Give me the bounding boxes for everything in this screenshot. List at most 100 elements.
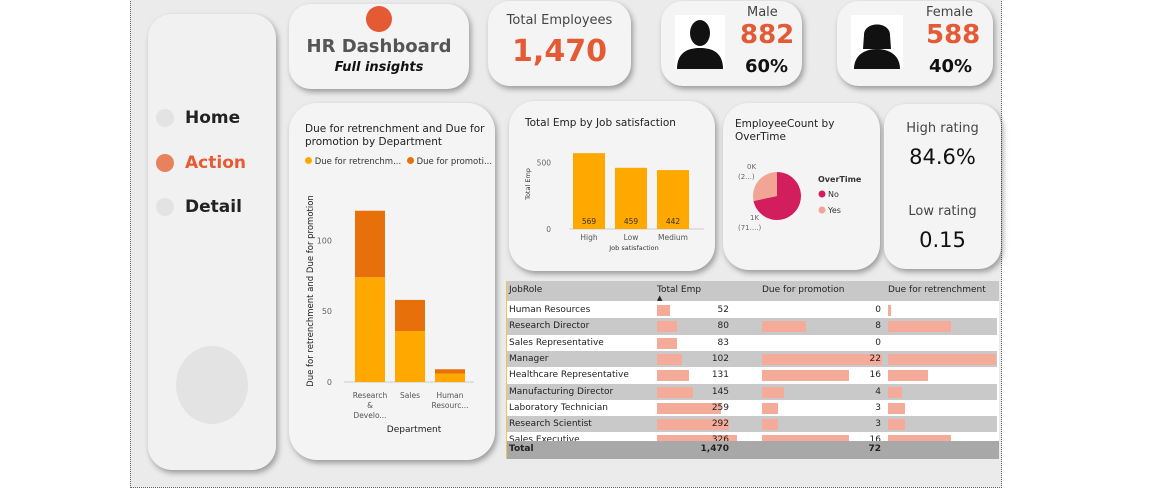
data-label: 459: [624, 217, 639, 226]
bar-total-emp: [657, 370, 690, 382]
bar-due-retrenchment: [888, 370, 928, 382]
page-subtitle: Full insights: [334, 60, 424, 75]
table-footer: Total 1,470 72: [507, 441, 999, 459]
bar-retrenchment: [435, 373, 465, 382]
bar-total-emp: [657, 353, 683, 365]
data-label: 569: [582, 217, 597, 226]
male-avatar-icon: [675, 15, 725, 69]
pie-slice-yes: [753, 172, 777, 201]
header-due-retrenchment[interactable]: Due for retrenchment: [888, 285, 986, 295]
table-row[interactable]: Laboratory Technician 259 3: [507, 400, 997, 416]
footer-label: Total: [509, 444, 534, 454]
header-jobrole[interactable]: JobRole: [509, 285, 542, 295]
bar-due-promotion: [762, 386, 784, 398]
table-row[interactable]: Research Director 80 8: [507, 318, 997, 335]
table-row[interactable]: Manager 102 22: [507, 350, 997, 368]
y-tick-label: 0: [327, 378, 332, 387]
pie-legend-swatch: [818, 190, 826, 198]
cell-total-emp: 80: [717, 321, 729, 332]
x-tick-label: Resourc...: [432, 401, 469, 410]
x-axis-label: Department: [387, 425, 442, 435]
sidebar-nav: Home Action Detail: [148, 14, 276, 470]
low-rating-label: Low rating: [908, 204, 977, 219]
bar-due-promotion: [762, 321, 806, 333]
bar-total-emp: [657, 386, 693, 398]
total-employees-label: Total Employees: [506, 13, 613, 28]
rating-card: High rating 84.6% Low rating 0.15: [884, 104, 1001, 269]
cell-due-promotion: 16: [869, 370, 881, 381]
header-due-promotion[interactable]: Due for promotion: [762, 285, 845, 295]
table-body: Human Resources 52 0 Research Director 80 8 Sa…: [507, 302, 999, 441]
table-row[interactable]: Human Resources 52 0: [507, 302, 997, 318]
bar-retrenchment: [395, 331, 425, 382]
report-canvas: Home Action Detail HR Dashboard Full ins…: [130, 0, 1002, 488]
bar-due-retrenchment: [888, 305, 891, 316]
bar-total-emp: [657, 305, 670, 316]
jobrole-table: JobRole Total Emp ▲ Due for promotion Du…: [506, 281, 999, 459]
job-chart-card: Total Emp by Job satisfaction 0 500 Total …: [509, 101, 715, 271]
overtime-chart-card: EmployeeCount by OverTime 0K (2...) 1K (71.…: [723, 103, 880, 270]
bar-total-emp: [657, 337, 678, 349]
cell-due-promotion: 0: [875, 305, 881, 315]
nav-action-label: Action: [185, 153, 246, 173]
footer-total: 1,470: [700, 444, 729, 454]
table-row[interactable]: Sales Executive 326 16: [507, 432, 997, 441]
x-axis-label: Job satisfaction: [608, 244, 659, 252]
pie-label: 0K: [747, 163, 756, 171]
cell-jobrole: Research Director: [509, 321, 590, 332]
table-row[interactable]: Sales Representative 83 0: [507, 335, 997, 351]
title-card: HR Dashboard Full insights: [289, 4, 469, 89]
bar-promotion: [435, 369, 465, 374]
dept-chart: 0 50 100Due for retrenchment and Due for p…: [306, 195, 474, 435]
cell-jobrole: Manufacturing Director: [509, 386, 614, 397]
dept-chart-card: Due for retrenchment and Due for promoti…: [289, 103, 495, 460]
high-rating-value: 84.6%: [909, 145, 976, 169]
low-rating-value: 0.15: [919, 228, 966, 252]
cell-total-emp: 131: [711, 370, 729, 381]
female-value: 588: [926, 20, 981, 50]
cell-total-emp: 52: [717, 305, 729, 315]
pie-label: 1K: [750, 214, 759, 222]
nav-home[interactable]: Home: [156, 108, 240, 128]
cell-due-promotion: 3: [875, 402, 881, 413]
table-header: JobRole Total Emp ▲ Due for promotion Du…: [507, 281, 999, 302]
cell-total-emp: 83: [717, 337, 729, 348]
bar-promotion: [355, 210, 385, 278]
bar-due-retrenchment: [888, 353, 996, 365]
x-tick-label: Sales: [400, 391, 420, 400]
male-pct: 60%: [745, 56, 789, 77]
cell-total-emp: 102: [711, 353, 729, 364]
data-label: 442: [666, 217, 681, 226]
bar-total-emp: [657, 321, 677, 333]
female-label: Female: [926, 5, 974, 20]
pie-legend-title: OverTime: [818, 175, 862, 184]
x-tick-label: &: [367, 401, 373, 410]
overtime-chart: 0K (2...) 1K (71....) OverTime No Yes: [738, 163, 862, 232]
cell-due-promotion: 0: [875, 337, 881, 348]
bar-due-promotion: [762, 402, 779, 414]
female-pct: 40%: [929, 56, 973, 77]
bar-due-retrenchment: [888, 402, 906, 414]
nav-detail[interactable]: Detail: [156, 197, 242, 217]
high-rating-label: High rating: [906, 121, 979, 136]
page-title: HR Dashboard: [306, 36, 452, 57]
header-total-emp[interactable]: Total Emp: [657, 285, 701, 295]
cell-due-promotion: 3: [875, 419, 881, 430]
nav-action[interactable]: Action: [156, 153, 246, 173]
table-row[interactable]: Research Scientist 292 3: [507, 416, 997, 433]
bar-due-retrenchment: [888, 321, 951, 333]
y-tick-label: 500: [537, 158, 552, 167]
cell-jobrole: Manager: [509, 353, 549, 364]
pie-legend-swatch: [818, 206, 826, 214]
table-focus-border: [506, 281, 507, 459]
nav-action-dot: [156, 154, 174, 172]
total-employees-card: Total Employees 1,470: [488, 1, 631, 86]
x-tick-label: Develo...: [353, 411, 386, 420]
table-row[interactable]: Healthcare Representative 131 16: [507, 367, 997, 383]
cell-jobrole: Research Scientist: [509, 419, 592, 430]
x-tick-label: Medium: [658, 233, 688, 242]
total-employees-value: 1,470: [512, 34, 607, 69]
cell-total-emp: 259: [711, 402, 729, 413]
table-row[interactable]: Manufacturing Director 145 4: [507, 383, 997, 400]
cell-due-promotion: 8: [875, 321, 881, 332]
